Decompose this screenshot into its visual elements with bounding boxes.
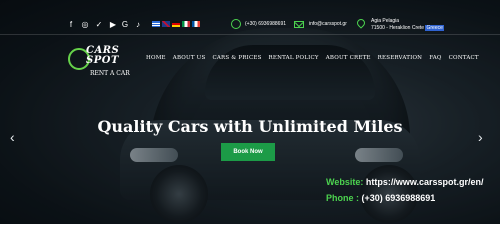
topbar-phone[interactable]: (+30) 6936988691 [245,21,286,27]
main-nav: HOME ABOUT US CARS & PRICES RENTAL POLIC… [146,55,479,61]
email-icon [294,21,304,28]
nav-faq[interactable]: FAQ [429,55,441,61]
flag-french-icon[interactable] [192,21,200,27]
website-info: Website: https://www.carsspot.gr/en/ [326,177,484,187]
nav-reservation[interactable]: RESERVATION [378,55,423,61]
topbar-address-line1: Agia Pelagia [371,18,400,24]
flag-english-icon[interactable] [162,21,170,27]
topbar-address-line2: 71500 - Heraklion Crete Greece [371,25,444,31]
instagram-icon[interactable]: ◎ [80,20,90,30]
nav-home[interactable]: HOME [146,55,166,61]
flag-italian-icon[interactable] [182,21,190,27]
logo-tagline: RENT A CAR [90,70,130,77]
website-label: Website: [326,177,364,187]
header-divider [0,34,500,35]
topbar-email[interactable]: info@carsspot.gr [309,21,347,27]
logo-word-bottom: SPOT [86,55,119,66]
nav-about-us[interactable]: ABOUT US [173,55,206,61]
address-country: Greece [425,25,444,31]
hero-title: Quality Cars with Unlimited Miles [97,117,403,136]
book-now-button[interactable]: Book Now [221,143,275,161]
location-pin-icon [355,17,367,29]
logo-wordmark: CARS SPOT [86,46,119,66]
flag-greek-icon[interactable] [152,21,160,27]
facebook-icon[interactable]: f [66,20,76,30]
phone-label: Phone : [326,193,359,203]
twitter-icon[interactable]: ✓ [94,20,104,30]
nav-cars-prices[interactable]: CARS & PRICES [212,55,261,61]
address-city: 71500 - Heraklion Crete [371,25,425,31]
tiktok-icon[interactable]: ♪ [133,20,143,30]
website-value[interactable]: https://www.carsspot.gr/en/ [363,177,484,187]
top-bar: f ◎ ✓ ▶ G ♪ (+30) 6936988691 info@carssp… [0,0,500,34]
language-switcher [152,21,200,29]
flag-german-icon[interactable] [172,21,180,27]
hero-banner: f ◎ ✓ ▶ G ♪ (+30) 6936988691 info@carssp… [0,0,500,224]
nav-about-crete[interactable]: ABOUT CRETE [326,55,371,61]
phone-icon [231,19,241,29]
phone-info: Phone : (+30) 6936988691 [326,193,435,203]
phone-value[interactable]: (+30) 6936988691 [359,193,436,203]
youtube-icon[interactable]: ▶ [108,20,118,30]
nav-rental-policy[interactable]: RENTAL POLICY [269,55,319,61]
nav-contact[interactable]: CONTACT [449,55,479,61]
site-logo[interactable]: CARS SPOT RENT A CAR [68,44,130,80]
google-icon[interactable]: G [120,20,130,30]
